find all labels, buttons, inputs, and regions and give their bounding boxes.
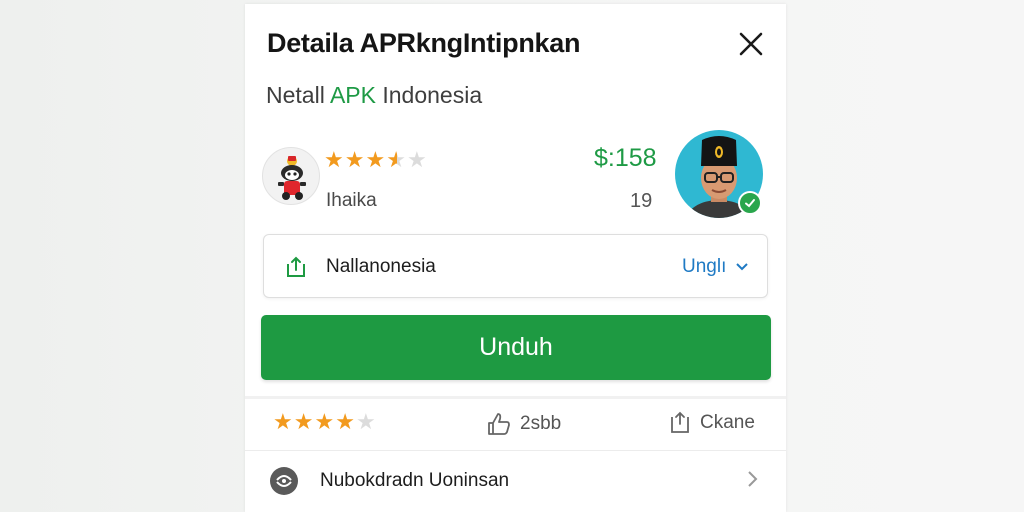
subtitle-suffix: Indonesia [375, 82, 483, 108]
app-label: Ihaika [326, 190, 377, 211]
app-detail-sheet: Detaila APRkngIntipnkan Netall APK Indon… [245, 4, 786, 512]
star-icon: ★ [406, 148, 427, 173]
developer-link[interactable]: Unglı [682, 256, 749, 278]
app-price: $:158 [594, 144, 657, 172]
close-button[interactable] [733, 26, 769, 62]
star-icon: ★ [355, 410, 376, 435]
thumbs-up-icon [488, 413, 510, 435]
star-icon: ★ [293, 410, 314, 435]
share-icon [671, 411, 689, 433]
star-icon: ★ [324, 148, 344, 173]
info-circle-icon [270, 467, 298, 495]
likes-count: 2sbb [520, 413, 562, 434]
subtitle-prefix: Netall [266, 82, 330, 108]
developer-link-label: Unglı [682, 256, 727, 277]
star-icon: ★ [365, 148, 386, 173]
sheet-title: Detaila APRkngIntipnkan [267, 28, 581, 58]
star-icon: ★ [344, 148, 365, 173]
download-button[interactable]: Unduh [261, 315, 771, 380]
star-icon: ★ [335, 410, 355, 435]
rating-stars[interactable]: ★ ★ ★ ★ ★ [273, 412, 376, 434]
share-box-icon [287, 256, 305, 277]
star-icon: ★ [386, 148, 406, 173]
close-icon [739, 32, 763, 56]
likes-stat[interactable]: 2sbb [486, 411, 561, 437]
chevron-down-icon [735, 263, 748, 271]
developer-name: Nallanonesia [326, 256, 436, 277]
section-divider [245, 396, 786, 399]
info-row[interactable]: Nubokdradn Uoninsan [245, 455, 786, 507]
star-icon: ★ [314, 410, 335, 435]
verified-badge [738, 191, 762, 215]
chevron-right-icon [748, 471, 758, 487]
app-count: 19 [630, 190, 653, 212]
info-row-label: Nubokdradn Uoninsan [320, 470, 510, 491]
robot-mascot-icon [278, 156, 306, 200]
star-icon: ★ [273, 410, 293, 435]
share-stat[interactable]: Ckane [668, 411, 755, 435]
row-divider [245, 450, 786, 451]
check-icon [745, 199, 755, 208]
subtitle-accent: APK [329, 82, 376, 108]
developer-row[interactable]: Nallanonesia Unglı [263, 234, 768, 298]
app-icon [262, 147, 320, 205]
sheet-subtitle: Netall APK Indonesia [266, 82, 482, 109]
app-rating-stars: ★ ★ ★ ★ ★ [324, 150, 427, 172]
share-label: Ckane [700, 412, 755, 433]
